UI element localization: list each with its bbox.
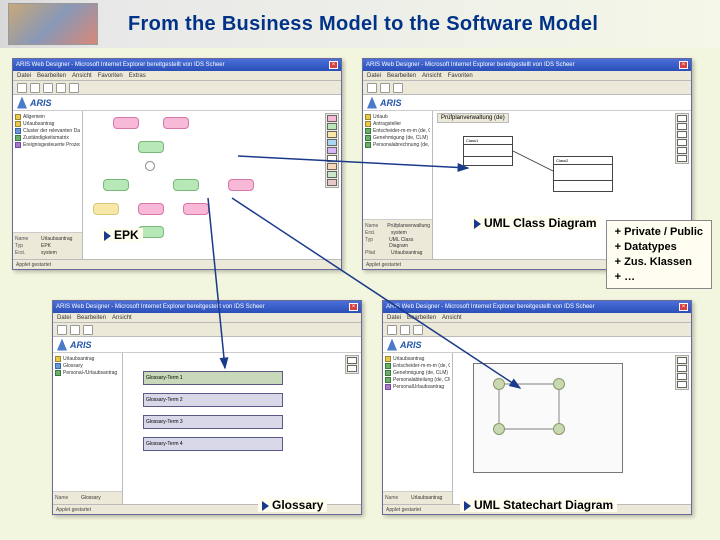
tree-panel[interactable]: Urlaub Antragsteller Entscheider-m-m-m (… xyxy=(363,111,432,220)
window-glossary: ARIS Web Designer - Microsoft Internet E… xyxy=(52,300,362,515)
annotation-line: + Zus. Klassen xyxy=(615,255,703,270)
label-statechart: UML Statechart Diagram xyxy=(460,498,617,512)
epk-function[interactable] xyxy=(103,179,129,191)
tree-item: Urlaubsantrag xyxy=(15,121,80,127)
titlebar[interactable]: ARIS Web Designer - Microsoft Internet E… xyxy=(53,301,361,313)
window-title: ARIS Web Designer - Microsoft Internet E… xyxy=(16,62,225,68)
annotation-line: + … xyxy=(615,270,703,285)
menu-extras[interactable]: Extras xyxy=(129,73,146,79)
epk-connector[interactable] xyxy=(145,161,155,171)
epk-event[interactable] xyxy=(163,117,189,129)
window-title: ARIS Web Designer - Microsoft Internet E… xyxy=(366,62,575,68)
window-title: ARIS Web Designer - Microsoft Internet E… xyxy=(386,304,595,310)
epk-function[interactable] xyxy=(138,141,164,153)
epk-org[interactable] xyxy=(93,203,119,215)
menu-fav[interactable]: Favoriten xyxy=(98,73,123,79)
arrow-icon xyxy=(104,231,111,241)
epk-event[interactable] xyxy=(183,203,209,215)
aris-logo: ARIS xyxy=(53,337,361,353)
glossary-term[interactable]: Glossary-Term 3 xyxy=(143,415,283,429)
tree-item: Ereignisgesteuerte Prozesskette xyxy=(15,142,80,148)
annotation-line: + Private / Public xyxy=(615,225,703,240)
titlebar[interactable]: ARIS Web Designer - Microsoft Internet E… xyxy=(13,59,341,71)
shape-palette[interactable] xyxy=(325,113,339,188)
shape-palette[interactable] xyxy=(675,355,689,390)
aris-logo: ARIS xyxy=(383,337,691,353)
shape-palette[interactable] xyxy=(675,113,689,164)
slide-header: From the Business Model to the Software … xyxy=(0,0,720,48)
sidebar: Urlaub Antragsteller Entscheider-m-m-m (… xyxy=(363,111,433,259)
titlebar[interactable]: ARIS Web Designer - Microsoft Internet E… xyxy=(383,301,691,313)
properties: NameUrlaubsantrag xyxy=(383,492,452,504)
diagram-canvas: ARIS Web Designer - Microsoft Internet E… xyxy=(0,48,720,540)
toolbar-icon[interactable] xyxy=(17,83,27,93)
close-icon[interactable]: × xyxy=(349,303,358,311)
toolbar[interactable] xyxy=(363,81,691,95)
toolbar-icon[interactable] xyxy=(30,83,40,93)
glossary-term[interactable]: Glossary-Term 4 xyxy=(143,437,283,451)
properties: NameGlossary xyxy=(53,492,122,504)
menubar[interactable]: Datei Bearbeiten Ansicht Favoriten xyxy=(363,71,691,81)
tree-panel[interactable]: Urlaubsantrag Glossary Personal-/Urlaubs… xyxy=(53,353,122,492)
header-photo xyxy=(8,3,98,45)
window-epk: ARIS Web Designer - Microsoft Internet E… xyxy=(12,58,342,270)
statechart-diagram[interactable] xyxy=(453,353,691,504)
shape-palette[interactable] xyxy=(345,355,359,374)
tree-panel[interactable]: Allgemein Urlaubsantrag Cluster der rele… xyxy=(13,111,82,233)
toolbar[interactable] xyxy=(383,323,691,337)
aris-logo: ARIS xyxy=(13,95,341,111)
toolbar-icon[interactable] xyxy=(380,83,390,93)
aris-logo: ARIS xyxy=(363,95,691,111)
titlebar[interactable]: ARIS Web Designer - Microsoft Internet E… xyxy=(363,59,691,71)
menu-edit[interactable]: Bearbeiten xyxy=(37,73,66,79)
tree-item: Allgemein xyxy=(15,114,80,120)
menubar[interactable]: Datei Bearbeiten Ansicht xyxy=(53,313,361,323)
label-glossary: Glossary xyxy=(258,498,327,512)
properties: NameUrlaubsantrag TypEPK Erst.system xyxy=(13,233,82,259)
sidebar: Urlaubsantrag Entscheider-m-m-m (de, CLS… xyxy=(383,353,453,504)
sidebar: Allgemein Urlaubsantrag Cluster der rele… xyxy=(13,111,83,259)
toolbar-icon[interactable] xyxy=(43,83,53,93)
tree-item: Cluster der relevanten Daten xyxy=(15,128,80,134)
tree-item: Zuständigkeitsmatrix xyxy=(15,135,80,141)
properties: NamePrüfplanverwaltung Erst.system TypUM… xyxy=(363,220,432,259)
epk-event[interactable] xyxy=(113,117,139,129)
arrow-icon xyxy=(464,501,471,511)
menu-file[interactable]: Datei xyxy=(17,73,31,79)
annotation-line: + Datatypes xyxy=(615,240,703,255)
sidebar: Urlaubsantrag Glossary Personal-/Urlaubs… xyxy=(53,353,123,504)
label-uml-class: UML Class Diagram xyxy=(470,216,600,230)
arrow-icon xyxy=(474,219,481,229)
epk-event[interactable] xyxy=(228,179,254,191)
arrow-icon xyxy=(262,501,269,511)
toolbar-icon[interactable] xyxy=(367,83,377,93)
close-icon[interactable]: × xyxy=(679,303,688,311)
glossary-diagram[interactable]: Glossary-Term 1 Glossary-Term 2 Glossary… xyxy=(123,353,361,504)
statusbar: Applet gestartet xyxy=(13,259,341,269)
toolbar[interactable] xyxy=(13,81,341,95)
state-transitions xyxy=(453,353,691,504)
menubar[interactable]: Datei Bearbeiten Ansicht xyxy=(383,313,691,323)
annotation-box: + Private / Public + Datatypes + Zus. Kl… xyxy=(606,220,712,289)
epk-event[interactable] xyxy=(138,203,164,215)
epk-function[interactable] xyxy=(173,179,199,191)
close-icon[interactable]: × xyxy=(679,61,688,69)
menu-view[interactable]: Ansicht xyxy=(72,73,92,79)
toolbar-icon[interactable] xyxy=(69,83,79,93)
glossary-term[interactable]: Glossary-Term 1 xyxy=(143,371,283,385)
toolbar-icon[interactable] xyxy=(56,83,66,93)
slide-title: From the Business Model to the Software … xyxy=(128,13,598,36)
window-title: ARIS Web Designer - Microsoft Internet E… xyxy=(56,304,265,310)
tree-panel[interactable]: Urlaubsantrag Entscheider-m-m-m (de, CLS… xyxy=(383,353,452,492)
label-epk: EPK xyxy=(100,228,143,242)
toolbar[interactable] xyxy=(53,323,361,337)
toolbar-icon[interactable] xyxy=(393,83,403,93)
glossary-term[interactable]: Glossary-Term 2 xyxy=(143,393,283,407)
menubar[interactable]: Datei Bearbeiten Ansicht Favoriten Extra… xyxy=(13,71,341,81)
close-icon[interactable]: × xyxy=(329,61,338,69)
window-statechart: ARIS Web Designer - Microsoft Internet E… xyxy=(382,300,692,515)
